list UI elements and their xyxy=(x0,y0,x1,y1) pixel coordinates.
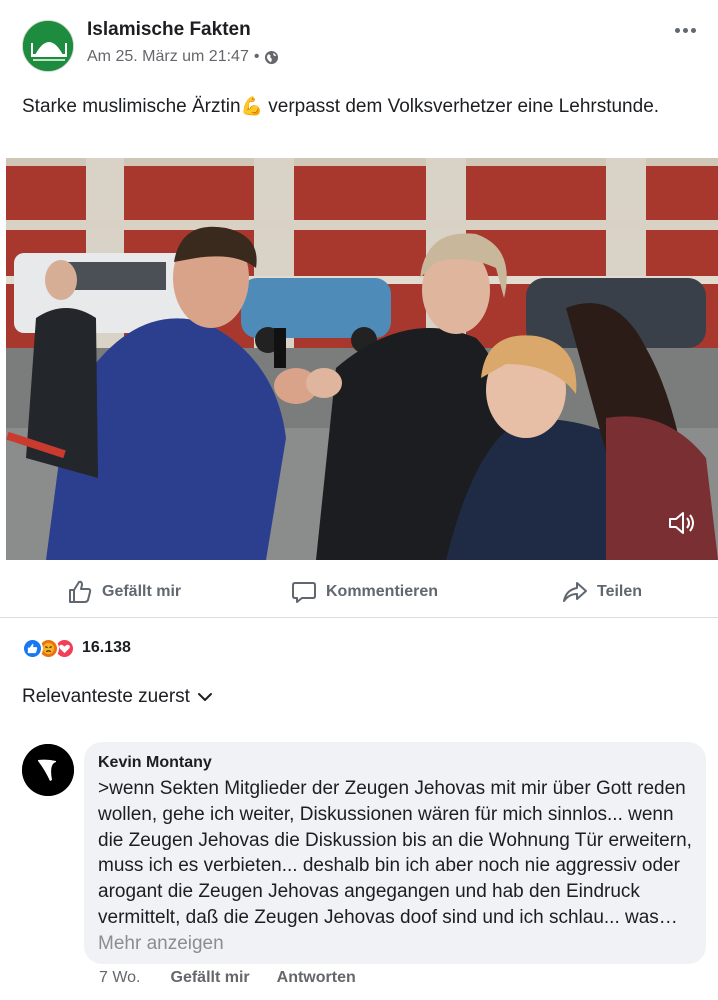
speech-bubble-icon xyxy=(292,582,316,603)
comment-author[interactable]: Kevin Montany xyxy=(98,752,692,774)
speaker-muted-icon[interactable] xyxy=(666,508,696,538)
see-more-link[interactable]: Mehr anzeigen xyxy=(98,933,224,954)
more-options-icon[interactable] xyxy=(670,18,700,42)
post-text-part-1: Starke muslimische Ärztin xyxy=(22,96,241,117)
reaction-count: 16.138 xyxy=(82,639,131,656)
page-name[interactable]: Islamische Fakten xyxy=(87,19,251,41)
share-button[interactable]: Teilen xyxy=(562,578,642,606)
comment-text: >wenn Sekten Mitglieder der Zeugen Jehov… xyxy=(98,776,692,957)
thumbs-up-icon xyxy=(69,580,92,603)
comment-reply-button[interactable]: Antworten xyxy=(277,969,356,987)
action-bar: Gefällt mir Kommentieren Teilen xyxy=(0,566,718,618)
comment-button[interactable]: Kommentieren xyxy=(291,578,438,606)
post-text-part-2: verpasst dem Volksverhetzer eine Lehrstu… xyxy=(262,96,660,117)
comment-sort-dropdown[interactable]: Relevanteste zuerst xyxy=(22,686,214,708)
post-text: Starke muslimische Ärztin💪 verpasst dem … xyxy=(22,93,702,120)
avatar-logo-icon xyxy=(22,744,74,796)
video-player[interactable] xyxy=(6,158,718,560)
like-button[interactable]: Gefällt mir xyxy=(67,578,181,606)
comment-like-button[interactable]: Gefällt mir xyxy=(171,969,250,987)
chevron-down-icon xyxy=(197,693,212,701)
post-header: Islamische Fakten Am 25. März um 21:47 • xyxy=(0,0,718,80)
video-frame xyxy=(6,158,718,560)
like-button-label: Gefällt mir xyxy=(102,583,182,600)
comment-avatar[interactable] xyxy=(22,744,74,796)
comment-bubble: Kevin Montany >wenn Sekten Mitglieder de… xyxy=(84,742,706,964)
like-reaction-icon xyxy=(22,637,43,659)
comment-footer: 7 Wo. Gefällt mir Antworten xyxy=(99,969,356,987)
globe-icon[interactable] xyxy=(264,50,279,65)
share-arrow-icon xyxy=(563,582,587,602)
post-meta: Am 25. März um 21:47 • xyxy=(87,48,279,66)
page-avatar[interactable] xyxy=(22,20,74,72)
reactions-summary[interactable]: 16.138 xyxy=(22,636,131,660)
mosque-logo-icon xyxy=(23,21,73,71)
meta-separator: • xyxy=(253,48,260,65)
comment-sort-label: Relevanteste zuerst xyxy=(22,686,190,707)
comment-button-label: Kommentieren xyxy=(326,583,439,600)
flexed-biceps-emoji: 💪 xyxy=(240,96,263,116)
post-timestamp[interactable]: Am 25. März um 21:47 xyxy=(87,48,249,66)
comment-age[interactable]: 7 Wo. xyxy=(99,969,141,987)
share-button-label: Teilen xyxy=(597,583,643,600)
comment-body: >wenn Sekten Mitglieder der Zeugen Jehov… xyxy=(98,778,692,928)
